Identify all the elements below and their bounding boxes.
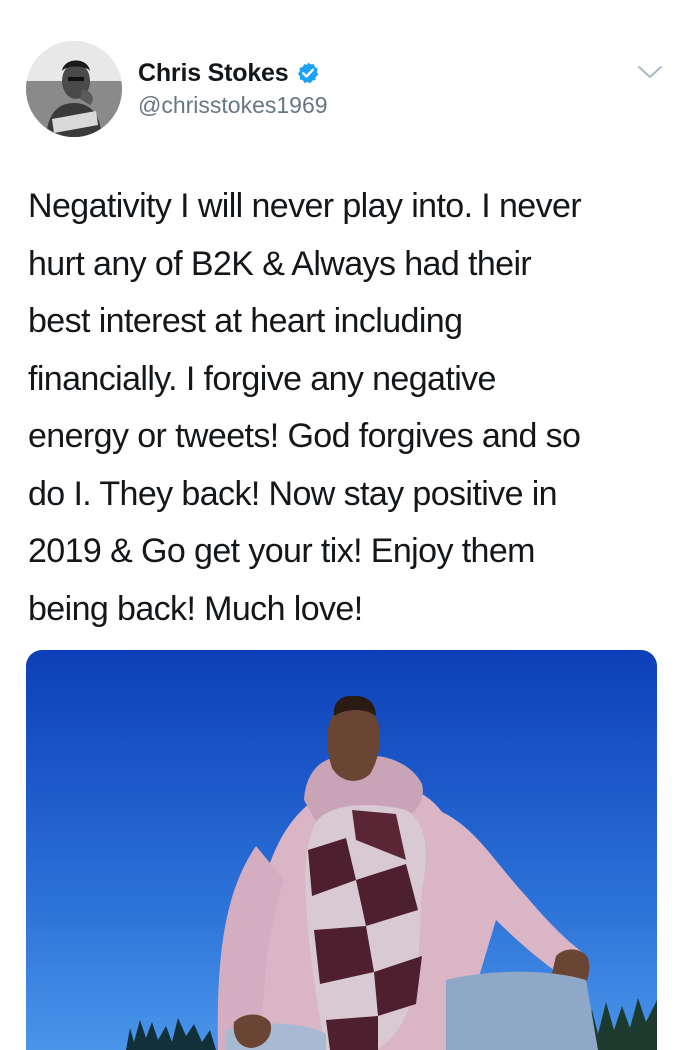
avatar-image [26, 41, 122, 137]
photo-image [26, 650, 657, 1050]
avatar[interactable] [26, 41, 122, 137]
tweet-text: Negativity I will never play into. I nev… [28, 187, 582, 628]
verified-badge-icon [296, 61, 320, 85]
author-display-name[interactable]: Chris Stokes [138, 59, 289, 88]
author-handle[interactable]: @chrisstokes1969 [138, 92, 328, 119]
tweet: Chris Stokes @chrisstokes1969 Negativity… [0, 0, 679, 1050]
tweet-photo[interactable] [26, 650, 657, 1050]
author-name-row[interactable]: Chris Stokes [138, 58, 320, 88]
chevron-down-icon[interactable] [636, 62, 664, 82]
